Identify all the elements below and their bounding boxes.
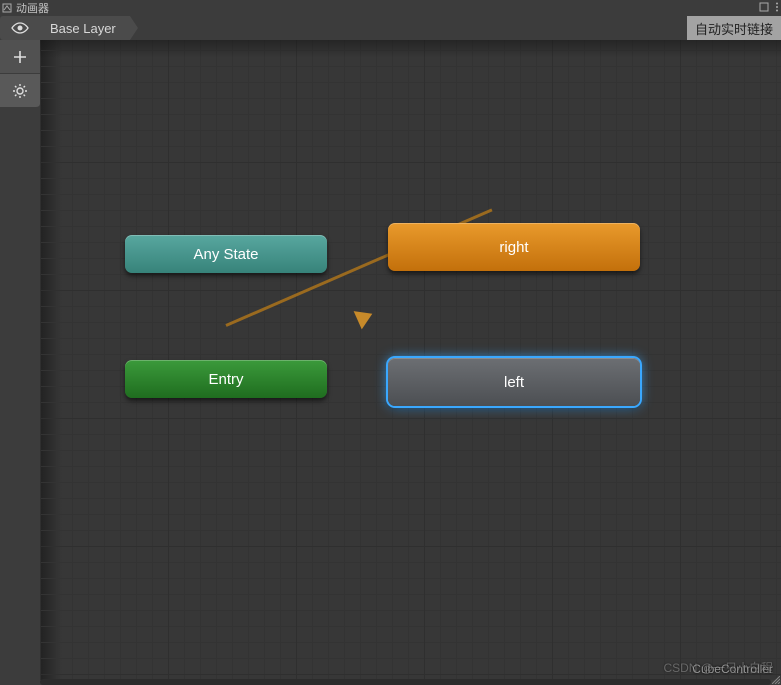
node-entry-label: Entry bbox=[208, 371, 243, 388]
main-area: Any State Entry right left CubeControlle… bbox=[0, 40, 781, 680]
titlebar-left: 动画器 bbox=[2, 0, 49, 16]
breadcrumb-bar: Base Layer 自动实时链接 bbox=[0, 16, 781, 40]
menu-icon[interactable] bbox=[775, 2, 779, 15]
horizontal-scrollbar[interactable] bbox=[40, 679, 771, 685]
canvas-footer: CubeController CSDN @一只小白程 bbox=[88, 662, 773, 676]
window-titlebar: 动画器 bbox=[0, 0, 781, 16]
node-any-state-label: Any State bbox=[193, 246, 258, 263]
window-title: 动画器 bbox=[16, 0, 49, 16]
settings-button[interactable] bbox=[0, 74, 40, 108]
auto-live-link-label: 自动实时链接 bbox=[695, 19, 773, 38]
maximize-icon[interactable] bbox=[759, 2, 769, 15]
eye-icon bbox=[10, 21, 30, 35]
animator-icon bbox=[2, 3, 12, 13]
auto-live-link-button[interactable]: 自动实时链接 bbox=[687, 16, 781, 40]
titlebar-right bbox=[759, 2, 779, 15]
breadcrumb-layer[interactable]: Base Layer bbox=[40, 16, 130, 40]
side-toolbar bbox=[0, 40, 40, 680]
node-right-label: right bbox=[499, 239, 528, 256]
breadcrumb-layer-label: Base Layer bbox=[50, 21, 116, 36]
node-left[interactable]: left bbox=[388, 358, 640, 406]
node-any-state[interactable]: Any State bbox=[125, 235, 327, 273]
animator-canvas[interactable]: Any State Entry right left CubeControlle… bbox=[40, 40, 781, 680]
node-right[interactable]: right bbox=[388, 223, 640, 271]
node-entry[interactable]: Entry bbox=[125, 360, 327, 398]
layer-visibility-button[interactable] bbox=[0, 16, 40, 40]
node-left-label: left bbox=[504, 374, 524, 391]
breadcrumb-spacer bbox=[130, 16, 687, 40]
watermark-text: CSDN @一只小白程 bbox=[663, 659, 773, 676]
resize-handle-icon[interactable] bbox=[772, 676, 780, 684]
plus-icon bbox=[12, 49, 28, 65]
add-layer-button[interactable] bbox=[0, 40, 40, 74]
gear-icon bbox=[12, 83, 28, 99]
